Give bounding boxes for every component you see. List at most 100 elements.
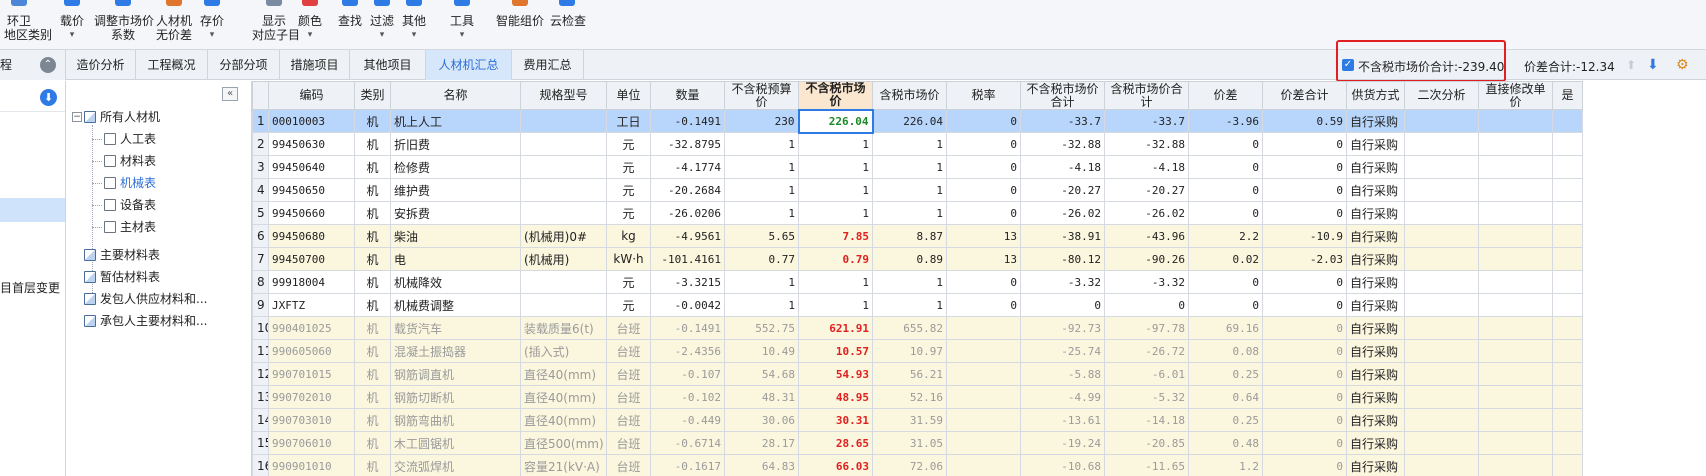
table-cell[interactable] <box>1552 224 1583 248</box>
collapse-left-icon[interactable]: « <box>222 87 238 101</box>
table-cell[interactable]: -5.88 <box>1020 362 1105 386</box>
table-cell[interactable]: 0.79 <box>798 247 873 271</box>
table-cell[interactable]: 装载质量6(t) <box>520 316 607 340</box>
table-cell[interactable]: 1 <box>872 293 947 317</box>
table-row[interactable]: 13990702010机钢筋切断机直径40(mm)台班-0.10248.3148… <box>252 385 1583 409</box>
toolbar-button-1[interactable]: 载价 ▾ <box>58 0 86 50</box>
download-icon[interactable]: ⬇ <box>40 89 57 106</box>
table-cell[interactable] <box>520 293 607 317</box>
table-cell[interactable]: 0 <box>946 132 1021 156</box>
table-cell[interactable] <box>1552 339 1583 363</box>
table-cell[interactable]: 0.77 <box>724 247 799 271</box>
table-cell[interactable] <box>1404 270 1479 294</box>
table-cell[interactable] <box>946 385 1021 409</box>
table-cell[interactable]: 0.89 <box>872 247 947 271</box>
column-header-16[interactable]: 二次分析 <box>1404 81 1479 110</box>
table-cell[interactable] <box>1404 201 1479 225</box>
table-cell[interactable] <box>1552 132 1583 156</box>
table-cell[interactable]: 自行采购 <box>1346 454 1405 476</box>
table-cell[interactable]: -101.4161 <box>650 247 725 271</box>
table-cell[interactable]: 0 <box>1262 155 1347 179</box>
table-cell[interactable]: (插入式) <box>520 339 607 363</box>
table-cell[interactable]: 0 <box>1262 431 1347 455</box>
table-cell[interactable] <box>1404 454 1479 476</box>
table-cell[interactable]: 13 <box>946 247 1021 271</box>
table-cell[interactable] <box>520 132 607 156</box>
table-cell[interactable]: -0.449 <box>650 408 725 432</box>
tab-1[interactable]: 工程概况 <box>136 50 208 80</box>
table-cell[interactable]: 元 <box>606 178 651 202</box>
table-cell[interactable]: 28.65 <box>798 431 873 455</box>
tree-node-other-1[interactable]: 暂估材料表 <box>84 265 160 289</box>
table-cell[interactable] <box>1552 293 1583 317</box>
toolbar-button-9[interactable]: 其他 ▾ <box>400 0 428 50</box>
table-cell[interactable]: 1 <box>872 178 947 202</box>
table-cell[interactable]: 0.59 <box>1262 109 1347 133</box>
table-row[interactable]: 1 00010003 机机上人工 工日 -0.1491 230 226.04 226.04 0-… <box>252 108 1583 134</box>
table-cell[interactable]: 自行采购 <box>1346 109 1405 133</box>
table-cell[interactable]: -5.32 <box>1104 385 1189 409</box>
table-cell[interactable]: 0 <box>1262 362 1347 386</box>
table-cell[interactable]: 钢筋弯曲机 <box>390 408 521 432</box>
table-cell[interactable]: -0.1617 <box>650 454 725 476</box>
column-header-5[interactable]: 单位 <box>606 81 651 110</box>
table-cell[interactable]: 31.59 <box>872 408 947 432</box>
table-cell[interactable] <box>1478 454 1553 476</box>
table-cell[interactable]: 直径40(mm) <box>520 408 607 432</box>
table-cell[interactable]: 990702010 <box>268 385 355 409</box>
column-header-17[interactable]: 直接修改单价 <box>1478 81 1553 110</box>
table-cell[interactable]: 10.97 <box>872 339 947 363</box>
table-cell[interactable]: 0 <box>1262 385 1347 409</box>
table-cell[interactable]: 99450650 <box>268 178 355 202</box>
table-cell[interactable]: -0.102 <box>650 385 725 409</box>
table-cell[interactable] <box>1478 132 1553 156</box>
table-cell[interactable]: 990605060 <box>268 339 355 363</box>
tree-node-child-4[interactable]: 主材表 <box>104 215 156 239</box>
table-cell[interactable]: 1 <box>798 270 873 294</box>
table-cell[interactable] <box>1404 316 1479 340</box>
table-cell[interactable]: 自行采购 <box>1346 431 1405 455</box>
table-cell[interactable] <box>1552 155 1583 179</box>
table-cell[interactable]: 直径500(mm) <box>520 431 607 455</box>
table-cell[interactable]: 1.2 <box>1188 454 1263 476</box>
table-cell[interactable]: 工日 <box>606 109 651 133</box>
table-cell[interactable]: 0 <box>1188 201 1263 225</box>
table-cell[interactable]: 0 <box>1262 201 1347 225</box>
table-row[interactable]: 6 99450680 机柴油 (机械用)0# kg -4.9561 5.65 7.85 8.87… <box>252 224 1583 248</box>
table-cell[interactable]: 13 <box>946 224 1021 248</box>
table-cell[interactable]: 机 <box>354 270 391 294</box>
table-cell[interactable]: 1 <box>872 155 947 179</box>
table-cell[interactable] <box>1478 293 1553 317</box>
table-cell[interactable] <box>1478 224 1553 248</box>
table-cell[interactable]: 621.91 <box>798 316 873 340</box>
table-cell[interactable]: 0 <box>946 201 1021 225</box>
tab-5[interactable]: 人材机汇总 <box>426 50 512 80</box>
table-cell[interactable]: 0 <box>1188 293 1263 317</box>
tree-node-other-3[interactable]: 承包人主要材料和... <box>84 309 207 333</box>
table-cell[interactable]: 31.05 <box>872 431 947 455</box>
table-cell[interactable]: -14.18 <box>1104 408 1189 432</box>
table-cell[interactable] <box>1478 431 1553 455</box>
table-cell[interactable]: 机 <box>354 339 391 363</box>
settings-gear-icon[interactable]: ⚙ <box>1676 57 1689 73</box>
table-cell[interactable] <box>1404 339 1479 363</box>
table-cell[interactable]: -3.32 <box>1104 270 1189 294</box>
table-cell[interactable]: 99450630 <box>268 132 355 156</box>
table-cell[interactable]: 48.31 <box>724 385 799 409</box>
table-cell[interactable] <box>1552 454 1583 476</box>
table-row[interactable]: 15990706010机木工圆锯机直径500(mm)台班-0.671428.17… <box>252 431 1583 455</box>
table-cell[interactable]: 台班 <box>606 362 651 386</box>
table-cell[interactable]: 机械降效 <box>390 270 521 294</box>
table-cell[interactable] <box>1478 201 1553 225</box>
table-cell[interactable] <box>946 316 1021 340</box>
table-cell[interactable]: 1 <box>724 155 799 179</box>
table-cell[interactable]: 自行采购 <box>1346 293 1405 317</box>
table-cell[interactable]: 0 <box>946 155 1021 179</box>
table-cell[interactable]: 折旧费 <box>390 132 521 156</box>
table-cell[interactable]: 10.57 <box>798 339 873 363</box>
table-cell[interactable]: 69.16 <box>1188 316 1263 340</box>
column-header-11[interactable]: 不含税市场价合计 <box>1020 81 1105 110</box>
table-cell[interactable]: 99450660 <box>268 201 355 225</box>
table-cell[interactable]: 1 <box>724 201 799 225</box>
table-cell[interactable]: 台班 <box>606 385 651 409</box>
